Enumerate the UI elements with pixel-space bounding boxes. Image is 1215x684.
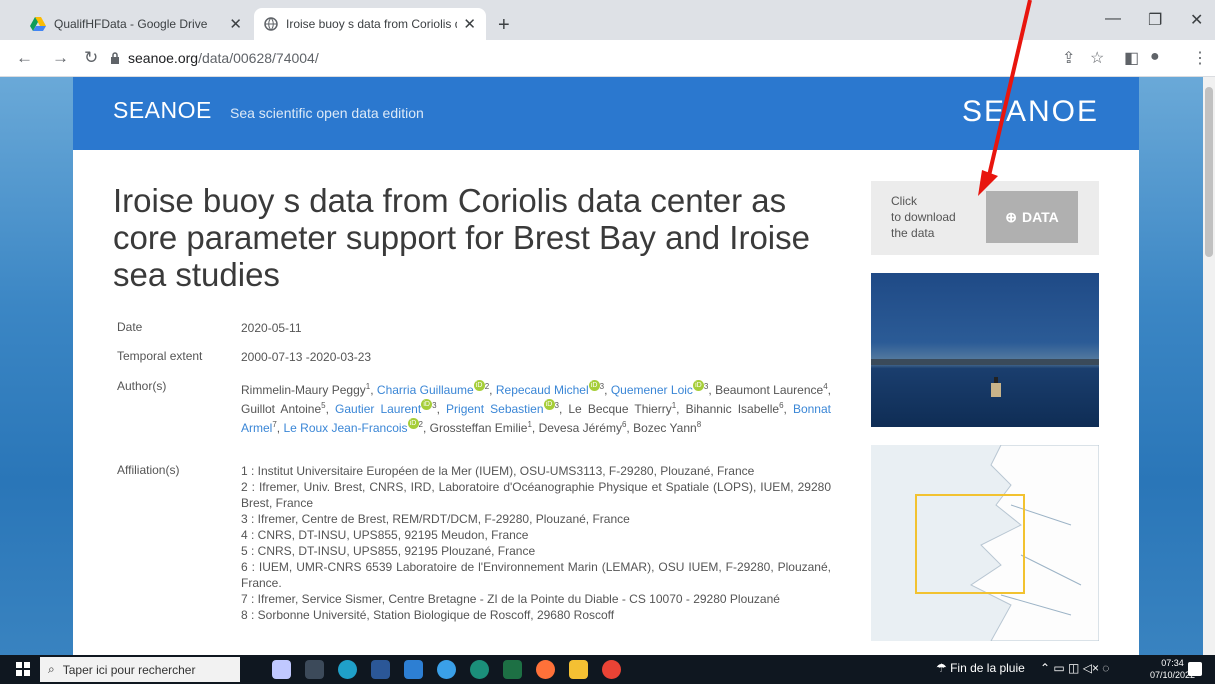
download-data-button[interactable]: ⊕ DATA <box>986 191 1078 243</box>
tray-icons[interactable]: ⌃ ▭ ◫ ◁× ◌ <box>1040 661 1109 675</box>
widget-icon[interactable] <box>272 660 291 679</box>
menu-icon[interactable]: ⋮ <box>1192 48 1208 68</box>
affiliation-item: 2 : Ifremer, Univ. Brest, CNRS, IRD, Lab… <box>241 480 831 510</box>
excel-icon[interactable] <box>503 660 522 679</box>
site-tagline: Sea scientific open data edition <box>230 105 424 121</box>
firefox-icon[interactable] <box>536 660 555 679</box>
app-icon[interactable] <box>437 660 456 679</box>
seanoe-page: SEANOE Sea scientific open data edition … <box>73 77 1139 655</box>
tab-strip: QualifHFData - Google Drive ✕ Iroise buo… <box>0 0 1215 40</box>
bookmark-star-icon[interactable]: ☆ <box>1090 48 1104 68</box>
page-title: Iroise buoy s data from Coriolis data ce… <box>113 182 810 293</box>
authors-list: Rimmelin-Maury Peggy1, Charria Guillaume… <box>241 380 832 435</box>
map-art <box>915 445 1099 641</box>
affiliation-item: 6 : IUEM, UMR-CNRS 6539 Laboratoire de l… <box>241 560 831 590</box>
affiliation-item: 4 : CNRS, DT-INSU, UPS855, 92195 Meudon,… <box>241 528 529 542</box>
word-icon[interactable] <box>371 660 390 679</box>
page-scrollbar[interactable] <box>1203 77 1215 655</box>
location-map <box>871 445 1099 641</box>
edge-icon[interactable] <box>338 660 357 679</box>
close-icon[interactable]: ✕ <box>229 15 242 33</box>
url-path: /data/00628/74004/ <box>198 50 319 66</box>
window-close-icon[interactable]: ✕ <box>1190 10 1203 30</box>
download-hint-line: Click <box>891 194 917 208</box>
affiliation-item: 8 : Sorbonne Université, Station Biologi… <box>241 608 615 622</box>
page-viewport: SEANOE Sea scientific open data edition … <box>0 77 1203 655</box>
download-hint-line: to download <box>891 210 956 224</box>
weather-text[interactable]: ☂ Fin de la pluie <box>936 661 1025 675</box>
browser-toolbar: ← → ↻ seanoe.org/data/00628/74004/ ⇪ ☆ ◧… <box>0 40 1215 77</box>
scrollbar-thumb[interactable] <box>1205 87 1213 257</box>
buoy-photo-art <box>871 359 1099 397</box>
file-explorer-icon[interactable] <box>569 660 588 679</box>
chrome-icon[interactable] <box>602 660 621 679</box>
date-value: 2020-05-11 <box>241 321 302 335</box>
site-brand[interactable]: SEANOE <box>113 97 212 124</box>
affiliation-list: 1 : Institut Universitaire Européen de l… <box>241 463 831 623</box>
minimize-icon[interactable]: — <box>1105 10 1121 28</box>
tab-title: Iroise buoy s data from Coriolis data ce… <box>286 17 457 31</box>
windows-taskbar: ⌕ Taper ici pour rechercher ☂ Fin de la … <box>0 655 1215 684</box>
extent-value: 2000-07-13 -2020-03-23 <box>241 350 372 364</box>
download-icon: ⊕ <box>1005 208 1017 225</box>
affiliation-item: 3 : Ifremer, Centre de Brest, REM/RDT/DC… <box>241 512 630 526</box>
site-banner: SEANOE Sea scientific open data edition … <box>73 77 1139 150</box>
new-tab-icon[interactable]: + <box>498 14 510 37</box>
site-logo[interactable]: SEANOE <box>962 95 1099 129</box>
notification-icon[interactable] <box>1188 662 1202 676</box>
tab-title: QualifHFData - Google Drive <box>54 17 208 31</box>
affiliation-item: 1 : Institut Universitaire Européen de l… <box>241 464 755 478</box>
extent-label: Temporal extent <box>117 349 203 363</box>
app-icon[interactable] <box>470 660 489 679</box>
search-placeholder: Taper ici pour rechercher <box>62 662 196 677</box>
share-icon[interactable]: ⇪ <box>1062 48 1075 68</box>
authors-label: Author(s) <box>117 379 167 393</box>
profile-icon[interactable]: ● <box>1150 48 1160 66</box>
weather-label: Fin de la pluie <box>950 661 1025 675</box>
app-icon[interactable] <box>404 660 423 679</box>
affiliation-item: 7 : Ifremer, Service Sismer, Centre Bret… <box>241 592 780 606</box>
windows-start-icon[interactable] <box>16 662 30 676</box>
url-host: seanoe.org <box>128 50 199 66</box>
restore-icon[interactable]: ❐ <box>1148 10 1162 30</box>
affiliation-item: 5 : CNRS, DT-INSU, UPS855, 92195 Plouzan… <box>241 544 536 558</box>
tab-google-drive[interactable]: QualifHFData - Google Drive ✕ <box>20 8 252 40</box>
task-view-icon[interactable] <box>305 660 324 679</box>
forward-icon[interactable]: → <box>52 48 69 68</box>
download-button-label: DATA <box>1021 209 1059 225</box>
google-drive-icon <box>30 17 46 31</box>
side-panel-icon[interactable]: ◧ <box>1124 48 1139 68</box>
back-icon[interactable]: ← <box>16 48 33 68</box>
tab-seanoe[interactable]: Iroise buoy s data from Coriolis data ce… <box>254 8 486 40</box>
date-label: Date <box>117 320 143 334</box>
taskbar-search[interactable]: ⌕ Taper ici pour rechercher <box>40 657 240 682</box>
download-panel: Click to download the data ⊕ DATA <box>871 181 1099 255</box>
download-hint-line: the data <box>891 226 935 240</box>
globe-icon <box>264 17 278 31</box>
affiliation-label: Affiliation(s) <box>117 463 180 477</box>
search-icon: ⌕ <box>48 662 55 676</box>
reload-icon[interactable]: ↻ <box>84 48 98 68</box>
close-icon[interactable]: ✕ <box>463 15 476 33</box>
lock-icon <box>111 52 119 64</box>
address-bar[interactable]: seanoe.org/data/00628/74004/ <box>110 45 1030 71</box>
buoy-photo <box>871 273 1099 427</box>
download-hint: Click to download the data <box>891 193 956 241</box>
